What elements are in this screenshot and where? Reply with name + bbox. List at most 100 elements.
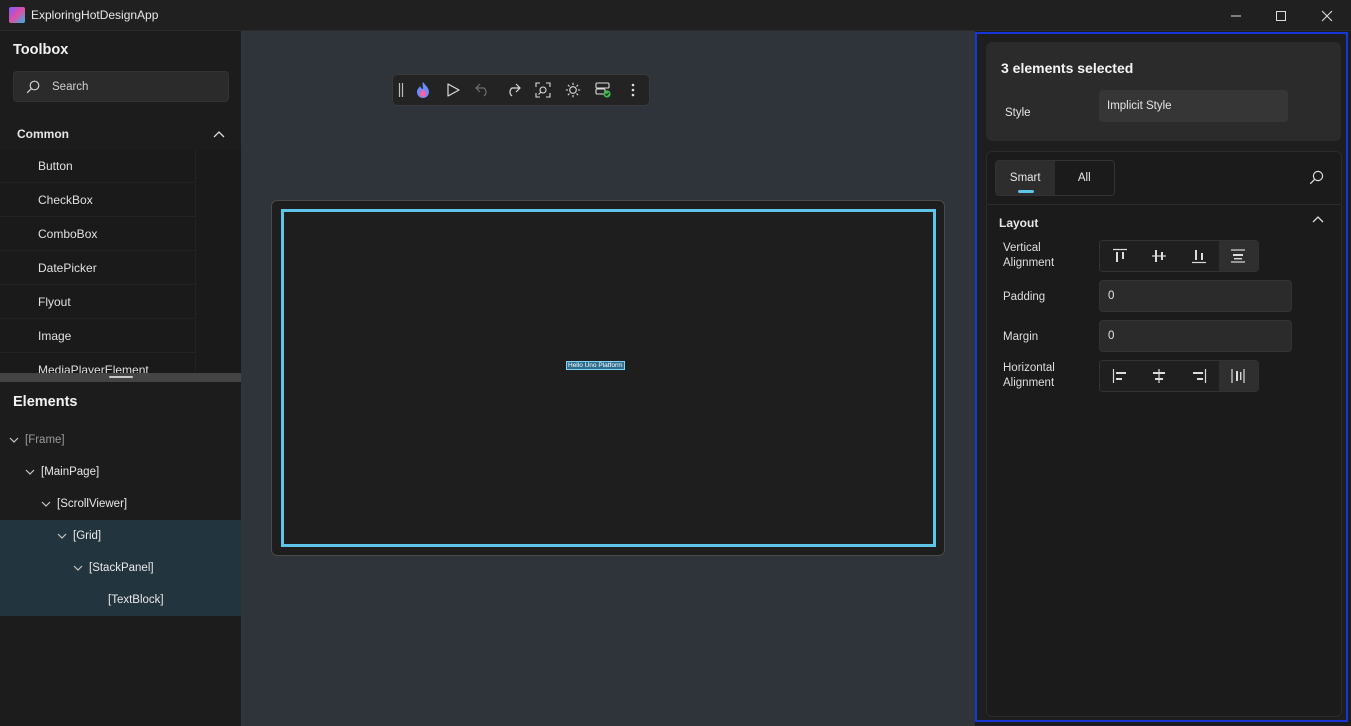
align-hstretch-button[interactable] <box>1218 361 1258 391</box>
connection-status-button[interactable] <box>588 75 618 105</box>
property-tabs: Smart All <box>995 160 1115 196</box>
selection-outline <box>281 209 936 547</box>
maximize-icon <box>1276 10 1286 21</box>
vertical-alignment-selector <box>1099 240 1259 272</box>
chevron-down-icon[interactable] <box>70 565 86 571</box>
toolbox-item-combobox[interactable]: ComboBox <box>0 218 196 251</box>
chevron-up-icon <box>213 131 225 138</box>
maximize-button[interactable] <box>1258 0 1304 31</box>
align-center-icon <box>1153 369 1166 383</box>
toolbar-drag-handle[interactable] <box>394 82 408 98</box>
chevron-down-icon[interactable] <box>38 501 54 507</box>
properties-card: Smart All Layout Vertical Alignment Padd… <box>986 151 1342 717</box>
tree-node-mainpage[interactable]: [MainPage] <box>0 456 241 488</box>
minimize-icon <box>1231 15 1241 16</box>
toolbox-item-datepicker[interactable]: DatePicker <box>0 252 196 285</box>
app-icon <box>9 7 25 23</box>
more-options-button[interactable] <box>618 75 648 105</box>
panel-splitter[interactable] <box>0 373 241 382</box>
padding-label: Padding <box>1003 291 1046 303</box>
align-center-button[interactable] <box>1140 241 1180 271</box>
toolbox-item-mediaplayerelement[interactable]: MediaPlayerElement <box>0 354 196 373</box>
hello-textblock[interactable]: Hello Uno Platform <box>566 361 625 370</box>
undo-button[interactable] <box>468 75 498 105</box>
hot-design-toolbar <box>392 74 650 106</box>
toolbox-item-checkbox[interactable]: CheckBox <box>0 184 196 217</box>
tree-node-grid[interactable]: [Grid] <box>0 520 241 552</box>
play-button[interactable] <box>438 75 468 105</box>
title-bar: ExploringHotDesignApp <box>0 0 1351 31</box>
tree-node-label: [ScrollViewer] <box>57 498 128 510</box>
search-icon <box>26 80 40 93</box>
align-right-icon <box>1192 369 1206 383</box>
theme-toggle-button[interactable] <box>558 75 588 105</box>
tree-node-frame[interactable]: [Frame] <box>0 424 241 456</box>
tab-all[interactable]: All <box>1055 161 1115 195</box>
margin-label: Margin <box>1003 331 1039 343</box>
elements-title: Elements <box>13 394 78 410</box>
divider <box>987 204 1341 205</box>
align-right-button[interactable] <box>1179 361 1219 391</box>
padding-input[interactable]: 0 <box>1099 280 1292 312</box>
window-title: ExploringHotDesignApp <box>31 8 159 22</box>
margin-input[interactable]: 0 <box>1099 320 1292 352</box>
section-layout-header[interactable]: Layout <box>999 216 1038 230</box>
horizontal-alignment-label: Horizontal Alignment <box>1003 362 1055 389</box>
properties-panel: 3 elements selected Style Implicit Style… <box>975 32 1348 722</box>
align-bottom-button[interactable] <box>1179 241 1219 271</box>
align-left-icon <box>1112 369 1126 383</box>
chevron-down-icon[interactable] <box>22 469 38 475</box>
vertical-alignment-label: Vertical Alignment <box>1003 242 1055 269</box>
connected-server-icon <box>595 82 611 98</box>
close-icon <box>1321 10 1333 21</box>
align-left-button[interactable] <box>1100 361 1140 391</box>
chevron-down-icon[interactable] <box>54 533 70 539</box>
more-icon <box>631 83 635 97</box>
align-top-button[interactable] <box>1100 241 1140 271</box>
horizontal-stretch-icon <box>1231 369 1245 383</box>
horizontal-alignment-selector <box>1099 360 1259 392</box>
selection-title: 3 elements selected <box>1001 60 1134 76</box>
undo-icon <box>475 83 487 97</box>
minimize-button[interactable] <box>1213 0 1259 31</box>
toolbox-list: Button CheckBox ComboBox DatePicker Flyo… <box>0 150 241 373</box>
toolbox-group-common[interactable]: Common <box>0 119 241 149</box>
tree-node-textblock[interactable]: [TextBlock] <box>0 584 241 616</box>
redo-icon <box>509 83 521 97</box>
hot-design-flame-button[interactable] <box>408 75 438 105</box>
tree-node-label: [Grid] <box>73 530 102 542</box>
search-icon[interactable] <box>1309 170 1324 185</box>
toolbox-search-input[interactable]: Search <box>13 71 229 102</box>
toolbox-item-image[interactable]: Image <box>0 320 196 353</box>
close-button[interactable] <box>1304 0 1350 31</box>
align-middle-icon <box>1152 250 1167 262</box>
toolbox-item-button[interactable]: Button <box>0 150 196 183</box>
chevron-down-icon[interactable] <box>6 437 22 443</box>
align-stretch-button[interactable] <box>1218 241 1258 271</box>
align-hcenter-button[interactable] <box>1140 361 1180 391</box>
drag-handle-icon <box>398 83 404 97</box>
zoom-fit-button[interactable] <box>528 75 558 105</box>
tree-node-stackpanel[interactable]: [StackPanel] <box>0 552 241 584</box>
search-placeholder: Search <box>52 80 89 93</box>
align-top-icon <box>1112 248 1127 262</box>
group-label: Common <box>17 127 69 141</box>
toolbox-item-flyout[interactable]: Flyout <box>0 286 196 319</box>
tree-node-label: [StackPanel] <box>89 562 154 574</box>
redo-button[interactable] <box>498 75 528 105</box>
design-surface: Hello Uno Platform <box>241 31 975 726</box>
selection-summary-card: 3 elements selected Style Implicit Style <box>986 42 1341 141</box>
tree-node-scrollviewer[interactable]: [ScrollViewer] <box>0 488 241 520</box>
chevron-up-icon[interactable] <box>1312 215 1324 223</box>
align-bottom-icon <box>1191 250 1206 264</box>
tab-smart[interactable]: Smart <box>996 161 1055 195</box>
zoom-fit-icon <box>535 82 551 98</box>
splitter-grip <box>109 376 133 378</box>
style-selector[interactable]: Implicit Style <box>1099 90 1288 122</box>
theme-icon <box>565 82 581 98</box>
left-panel: Toolbox Search Common Button CheckBox Co… <box>0 31 241 726</box>
vertical-stretch-icon <box>1231 249 1246 263</box>
app-preview-canvas[interactable]: Hello Uno Platform <box>271 200 945 556</box>
hot-design-flame-icon <box>417 82 429 98</box>
toolbox-title: Toolbox <box>13 42 69 58</box>
